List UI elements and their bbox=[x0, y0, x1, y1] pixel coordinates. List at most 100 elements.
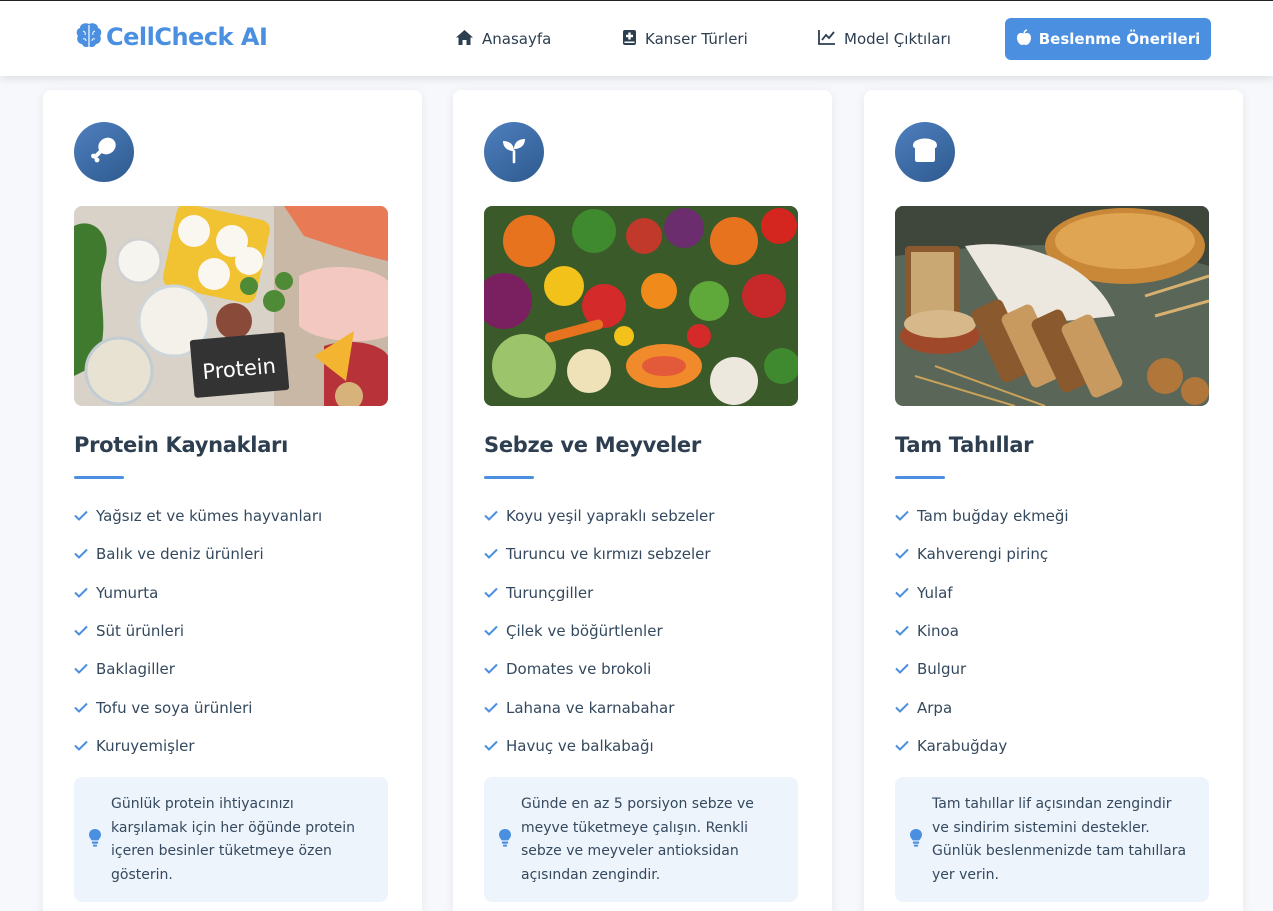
book-medical-icon bbox=[622, 29, 637, 50]
list-item-label: Karabuğday bbox=[917, 736, 1008, 755]
card-whole-grains: Tam Tahıllar Tam buğday ekmeği Kahvereng… bbox=[864, 90, 1243, 911]
grains-list: Tam buğday ekmeği Kahverengi pirinç Yula… bbox=[895, 497, 1215, 765]
card-vegetables: Sebze ve Meyveler Koyu yeşil yapraklı se… bbox=[453, 90, 832, 911]
list-item-label: Süt ürünleri bbox=[96, 622, 185, 641]
check-icon bbox=[74, 622, 88, 640]
list-item: Yumurta bbox=[74, 574, 394, 612]
check-icon bbox=[484, 737, 498, 755]
card-icon-circle bbox=[74, 122, 134, 182]
list-item-label: Havuç ve balkabağı bbox=[506, 736, 654, 755]
list-item-label: Yumurta bbox=[96, 583, 159, 602]
protein-photo: Protein bbox=[74, 206, 388, 406]
protein-list: Yağsız et ve kümes hayvanları Balık ve d… bbox=[74, 497, 394, 765]
check-icon bbox=[74, 545, 88, 563]
check-icon bbox=[895, 507, 909, 525]
check-icon bbox=[895, 584, 909, 602]
check-icon bbox=[895, 545, 909, 563]
list-item: Koyu yeşil yapraklı sebzeler bbox=[484, 497, 804, 535]
check-icon bbox=[484, 622, 498, 640]
list-item-label: Çilek ve böğürtlenler bbox=[506, 622, 663, 641]
list-item: Tam buğday ekmeği bbox=[895, 497, 1215, 535]
list-item: Yulaf bbox=[895, 574, 1215, 612]
brand-logo[interactable]: CellCheck AI bbox=[74, 20, 268, 54]
nav-model-outputs[interactable]: Model Çıktıları bbox=[818, 27, 951, 51]
list-item-label: Baklagiller bbox=[96, 660, 175, 679]
tip-text: Günde en az 5 porsiyon sebze ve meyve tü… bbox=[521, 796, 754, 883]
apple-icon bbox=[1016, 28, 1032, 50]
tip-text: Tam tahıllar lif açısından zengindir ve … bbox=[932, 796, 1187, 883]
tip-box: Tam tahıllar lif açısından zengindir ve … bbox=[895, 777, 1209, 902]
check-icon bbox=[895, 660, 909, 678]
list-item-label: Lahana ve karnabahar bbox=[506, 698, 675, 717]
list-item: Yağsız et ve kümes hayvanları bbox=[74, 497, 394, 535]
list-item: Tofu ve soya ürünleri bbox=[74, 688, 394, 726]
check-icon bbox=[484, 660, 498, 678]
list-item: Baklagiller bbox=[74, 650, 394, 688]
home-icon bbox=[455, 29, 474, 50]
list-item: Bulgur bbox=[895, 650, 1215, 688]
check-icon bbox=[74, 660, 88, 678]
check-icon bbox=[895, 699, 909, 717]
tip-text: Günlük protein ihtiyacınızı karşılamak i… bbox=[111, 796, 356, 883]
list-item-label: Tam buğday ekmeği bbox=[917, 507, 1069, 526]
list-item-label: Yağsız et ve kümes hayvanları bbox=[96, 507, 323, 526]
list-item: Süt ürünleri bbox=[74, 612, 394, 650]
lightbulb-icon bbox=[909, 828, 923, 857]
lightbulb-icon bbox=[88, 828, 102, 857]
list-item: Kahverengi pirinç bbox=[895, 535, 1215, 573]
nav-home-label: Anasayfa bbox=[482, 30, 552, 48]
lightbulb-icon bbox=[498, 828, 512, 857]
card-title: Tam Tahıllar bbox=[895, 433, 1034, 457]
list-item: Kinoa bbox=[895, 612, 1215, 650]
check-icon bbox=[484, 584, 498, 602]
list-item: Kuruyemişler bbox=[74, 727, 394, 765]
nav-cancer-types[interactable]: Kanser Türleri bbox=[622, 27, 748, 51]
list-item: Karabuğday bbox=[895, 727, 1215, 765]
list-item: Lahana ve karnabahar bbox=[484, 688, 804, 726]
list-item: Turunçgiller bbox=[484, 574, 804, 612]
nav-model-outputs-label: Model Çıktıları bbox=[844, 30, 951, 48]
list-item-label: Turunçgiller bbox=[506, 583, 594, 602]
list-item-label: Arpa bbox=[917, 698, 953, 717]
list-item: Çilek ve böğürtlenler bbox=[484, 612, 804, 650]
check-icon bbox=[74, 699, 88, 717]
nav-nutrition-label: Beslenme Önerileri bbox=[1038, 30, 1201, 48]
list-item-label: Turuncu ve kırmızı sebzeler bbox=[506, 545, 711, 564]
seedling-icon bbox=[499, 135, 529, 169]
list-item-label: Kinoa bbox=[917, 622, 959, 641]
list-item: Domates ve brokoli bbox=[484, 650, 804, 688]
list-item: Arpa bbox=[895, 688, 1215, 726]
nav-cancer-types-label: Kanser Türleri bbox=[645, 30, 748, 48]
title-underline bbox=[484, 476, 534, 479]
brain-icon bbox=[74, 20, 104, 54]
list-item-label: Domates ve brokoli bbox=[506, 660, 652, 679]
vegetables-list: Koyu yeşil yapraklı sebzeler Turuncu ve … bbox=[484, 497, 804, 765]
grains-photo bbox=[895, 206, 1209, 406]
list-item: Turuncu ve kırmızı sebzeler bbox=[484, 535, 804, 573]
list-item-label: Kahverengi pirinç bbox=[917, 545, 1049, 564]
nav-nutrition-button[interactable]: Beslenme Önerileri bbox=[1005, 18, 1211, 60]
title-underline bbox=[74, 476, 124, 479]
nav-home[interactable]: Anasayfa bbox=[455, 27, 551, 51]
check-icon bbox=[484, 507, 498, 525]
list-item-label: Balık ve deniz ürünleri bbox=[96, 545, 264, 564]
bread-icon bbox=[910, 135, 940, 169]
list-item-label: Koyu yeşil yapraklı sebzeler bbox=[506, 507, 715, 526]
list-item: Havuç ve balkabağı bbox=[484, 727, 804, 765]
card-title: Protein Kaynakları bbox=[74, 433, 289, 457]
tip-box: Günlük protein ihtiyacınızı karşılamak i… bbox=[74, 777, 388, 902]
list-item-label: Bulgur bbox=[917, 660, 967, 679]
drumstick-icon bbox=[89, 135, 119, 169]
card-icon-circle bbox=[895, 122, 955, 182]
top-navbar: CellCheck AI Anasayfa Kanser Türleri Mod… bbox=[0, 0, 1273, 76]
check-icon bbox=[484, 699, 498, 717]
brand-name: CellCheck AI bbox=[106, 23, 268, 51]
check-icon bbox=[74, 584, 88, 602]
check-icon bbox=[895, 622, 909, 640]
list-item-label: Kuruyemişler bbox=[96, 736, 195, 755]
card-icon-circle bbox=[484, 122, 544, 182]
list-item-label: Yulaf bbox=[917, 583, 953, 602]
list-item-label: Tofu ve soya ürünleri bbox=[96, 698, 253, 717]
list-item: Balık ve deniz ürünleri bbox=[74, 535, 394, 573]
card-protein: Protein Protein Kaynakları Yağsız et ve … bbox=[43, 90, 422, 911]
